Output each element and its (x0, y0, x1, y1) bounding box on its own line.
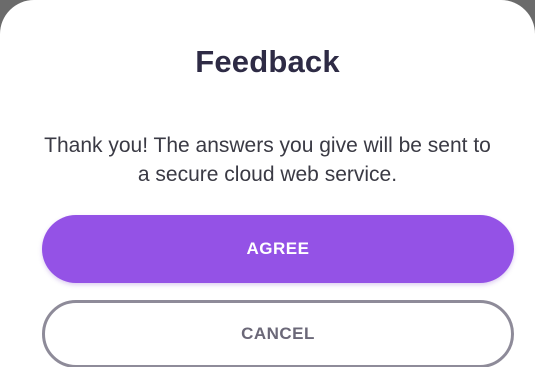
dialog-title: Feedback (195, 44, 340, 79)
cancel-button[interactable]: CANCEL (42, 300, 514, 367)
agree-button[interactable]: AGREE (42, 215, 514, 283)
dialog-message: Thank you! The answers you give will be … (44, 134, 491, 186)
feedback-dialog: Feedback Thank you! The answers you give… (0, 0, 535, 367)
